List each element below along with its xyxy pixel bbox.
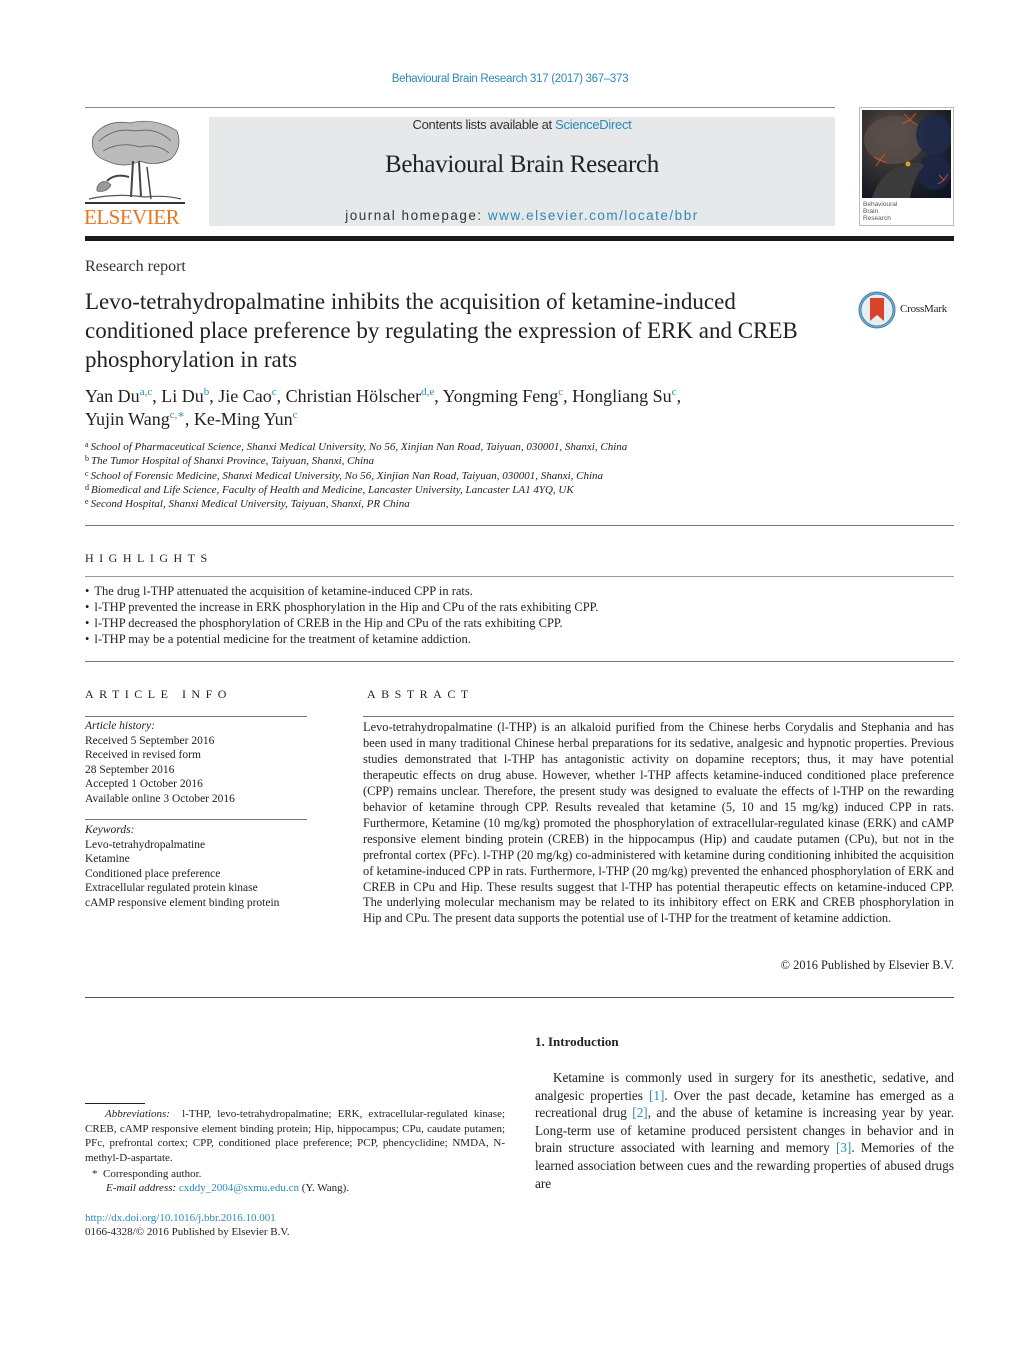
highlights-heading: HIGHLIGHTS bbox=[85, 551, 213, 565]
affiliation: d Biomedical and Life Science, Faculty of… bbox=[85, 482, 574, 496]
issn-line: 0166-4328/© 2016 Published by Elsevier B… bbox=[85, 1226, 290, 1238]
crossmark-label: CrossMark bbox=[900, 303, 948, 315]
keyword: Conditioned place preference bbox=[85, 867, 221, 880]
citation-link[interactable]: [1] bbox=[649, 1088, 664, 1103]
affiliation: b The Tumor Hospital of Shanxi Province, … bbox=[85, 454, 375, 468]
article-title: Levo-tetrahydropalmatine inhibits the ac… bbox=[85, 289, 798, 372]
history-label: Article history: bbox=[85, 720, 155, 732]
crossmark-button[interactable]: CrossMark bbox=[858, 291, 958, 331]
journal-homepage-link[interactable]: www.elsevier.com/locate/bbr bbox=[488, 208, 699, 223]
divider bbox=[85, 716, 307, 717]
affiliations: a School of Pharmaceutical Science, Shanx… bbox=[85, 440, 785, 511]
divider bbox=[85, 525, 954, 526]
highlights-list: The drug l-THP attenuated the acquisitio… bbox=[85, 583, 945, 647]
contents-prefix: Contents lists available at bbox=[412, 117, 556, 132]
article-history: Article history: Received 5 September 20… bbox=[85, 719, 310, 807]
keywords: Keywords: Levo-tetrahydropalmatine Ketam… bbox=[85, 823, 310, 911]
homepage-prefix: journal homepage: bbox=[345, 208, 488, 223]
history-item: Received 5 September 2016 bbox=[85, 734, 215, 747]
email-line: E-mail address: cxddy_2004@sxmu.edu.cn (… bbox=[106, 1182, 350, 1194]
homepage-line: journal homepage: www.elsevier.com/locat… bbox=[209, 208, 835, 223]
introduction-body: Ketamine is commonly used in surgery for… bbox=[535, 1070, 955, 1191]
highlight-item: The drug l-THP attenuated the acquisitio… bbox=[85, 583, 945, 599]
doi-link[interactable]: http://dx.doi.org/10.1016/j.bbr.2016.10.… bbox=[85, 1212, 276, 1224]
abbreviations-label: Abbreviations: bbox=[105, 1108, 170, 1120]
author[interactable]: Hongliang Suc bbox=[572, 386, 676, 406]
divider bbox=[363, 716, 954, 717]
author[interactable]: Ke-Ming Yunc bbox=[194, 409, 298, 429]
highlight-item: l-THP may be a potential medicine for th… bbox=[85, 631, 945, 647]
cover-title: Behavioural Brain Research bbox=[863, 201, 898, 222]
abbreviations-footnote: Abbreviations: l-THP, levo-tetrahydropal… bbox=[85, 1107, 505, 1165]
journal-banner: Contents lists available at ScienceDirec… bbox=[209, 117, 835, 226]
footnote-divider bbox=[85, 1103, 145, 1104]
keyword: Extracellular regulated protein kinase bbox=[85, 882, 258, 895]
author-list: Yan Dua,c, Li Dub, Jie Caoc, Christian H… bbox=[85, 386, 682, 429]
elsevier-logo-text: ELSEVIER bbox=[84, 205, 180, 229]
abstract-copyright: © 2016 Published by Elsevier B.V. bbox=[780, 958, 954, 972]
divider bbox=[85, 997, 954, 998]
sciencedirect-link[interactable]: ScienceDirect bbox=[555, 117, 632, 132]
crossmark-icon bbox=[858, 291, 896, 329]
author[interactable]: Yan Dua,c bbox=[85, 386, 152, 406]
divider bbox=[85, 576, 954, 577]
header-divider bbox=[85, 107, 835, 108]
header-thick-divider bbox=[85, 236, 954, 241]
author[interactable]: Li Dub bbox=[161, 386, 209, 406]
citation-link[interactable]: [2] bbox=[632, 1105, 647, 1120]
article-type: Research report bbox=[85, 258, 186, 275]
contents-line: Contents lists available at ScienceDirec… bbox=[209, 117, 835, 132]
keyword: Levo-tetrahydropalmatine bbox=[85, 838, 206, 851]
divider bbox=[85, 819, 307, 820]
author[interactable]: Jie Caoc bbox=[218, 386, 276, 406]
history-item: Available online 3 October 2016 bbox=[85, 792, 235, 805]
divider bbox=[85, 661, 954, 662]
affiliation: c School of Forensic Medicine, Shanxi Med… bbox=[85, 468, 604, 482]
keyword: cAMP responsive element binding protein bbox=[85, 896, 280, 909]
affiliation: a School of Pharmaceutical Science, Shanx… bbox=[85, 440, 628, 454]
email-link[interactable]: cxddy_2004@sxmu.edu.cn bbox=[179, 1182, 299, 1194]
keyword: Ketamine bbox=[85, 853, 130, 866]
article-info-heading: ARTICLE INFO bbox=[85, 687, 232, 701]
journal-title: Behavioural Brain Research bbox=[384, 151, 660, 178]
corresponding-author-note: * Corresponding author. bbox=[92, 1168, 202, 1180]
author[interactable]: Yujin Wangc,∗ bbox=[85, 409, 185, 429]
affiliation: e Second Hospital, Shanxi Medical Univers… bbox=[85, 497, 410, 511]
history-item: 28 September 2016 bbox=[85, 763, 175, 776]
history-item: Accepted 1 October 2016 bbox=[85, 778, 203, 791]
author[interactable]: Yongming Fengc bbox=[443, 386, 564, 406]
email-label: E-mail address: bbox=[106, 1182, 177, 1194]
highlight-item: l-THP prevented the increase in ERK phos… bbox=[85, 599, 945, 615]
journal-cover-thumbnail[interactable]: Behavioural Brain Research bbox=[859, 107, 954, 226]
highlight-item: l-THP decreased the phosphorylation of C… bbox=[85, 615, 945, 631]
abstract-body: Levo-tetrahydropalmatine (l-THP) is an a… bbox=[363, 720, 954, 926]
cover-image bbox=[862, 110, 951, 198]
keywords-label: Keywords: bbox=[85, 824, 135, 836]
journal-reference-link[interactable]: Behavioural Brain Research 317 (2017) 36… bbox=[0, 73, 1020, 85]
author[interactable]: Christian Hölscherd,e bbox=[286, 386, 435, 406]
citation-link[interactable]: [3] bbox=[836, 1140, 851, 1155]
abstract-heading: ABSTRACT bbox=[367, 687, 474, 701]
history-item: Received in revised form bbox=[85, 749, 201, 762]
introduction-heading: 1. Introduction bbox=[535, 1034, 619, 1049]
